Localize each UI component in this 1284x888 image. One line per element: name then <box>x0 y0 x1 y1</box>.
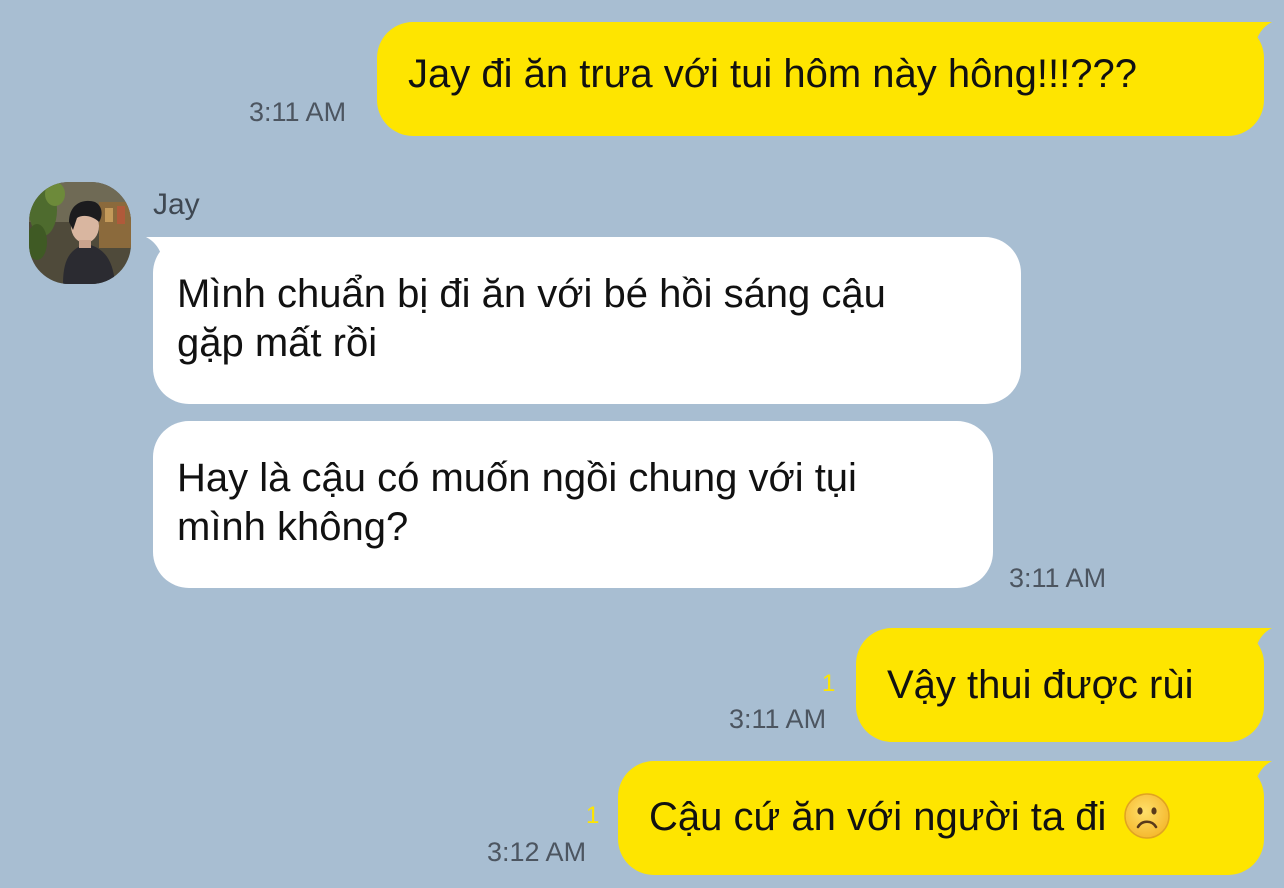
message-timestamp: 3:12 AM <box>487 837 587 867</box>
message-text: Jay đi ăn trưa với tui hôm này hông!!!??… <box>408 52 1137 96</box>
message-timestamp: 3:11 AM <box>729 704 827 734</box>
message-text-line: gặp mất rồi <box>177 321 378 365</box>
message-timestamp: 3:11 AM <box>1009 563 1107 593</box>
message-text: Vậy thui được rùi <box>887 663 1194 707</box>
my-message-bubble[interactable]: Jay đi ăn trưa với tui hôm này hông!!!??… <box>377 22 1264 136</box>
contact-avatar[interactable] <box>29 182 131 284</box>
message-text: Cậu cứ ăn với người ta đi <box>649 795 1107 839</box>
message-timestamp: 3:11 AM <box>249 97 347 127</box>
read-count-badge: 1 <box>586 802 600 829</box>
frowning-face-emoji <box>1124 793 1171 840</box>
contact-name[interactable]: Jay <box>153 188 200 222</box>
their-message-bubble[interactable]: Mình chuẩn bị đi ăn với bé hồi sáng cậu … <box>153 237 1021 404</box>
my-message-bubble[interactable]: Cậu cứ ăn với người ta đi <box>618 761 1264 875</box>
chat-area[interactable]: Jay đi ăn trưa với tui hôm này hông!!!??… <box>0 0 1284 888</box>
message-text-line: Hay là cậu có muốn ngồi chung với tụi <box>177 456 857 500</box>
message-text-line: mình không? <box>177 505 409 549</box>
their-message-bubble[interactable]: Hay là cậu có muốn ngồi chung với tụi mì… <box>153 421 993 588</box>
profile-photo-icon <box>29 182 131 284</box>
my-message-bubble[interactable]: Vậy thui được rùi <box>856 628 1264 742</box>
message-text-line: Mình chuẩn bị đi ăn với bé hồi sáng cậu <box>177 272 886 316</box>
read-count-badge: 1 <box>822 670 836 697</box>
